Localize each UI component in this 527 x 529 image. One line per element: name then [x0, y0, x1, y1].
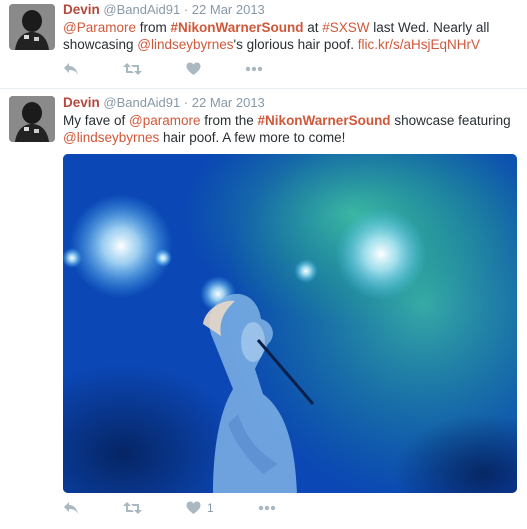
more-button[interactable]	[258, 505, 276, 511]
like-count: 1	[207, 501, 214, 515]
mention-link[interactable]: @Paramore	[63, 20, 136, 35]
avatar-image	[9, 96, 55, 142]
retweet-icon	[123, 63, 142, 75]
hashtag-link[interactable]: #SXSW	[322, 20, 369, 35]
mention-link[interactable]: @paramore	[129, 113, 200, 128]
more-icon	[258, 505, 275, 511]
tweet-actions	[63, 59, 307, 79]
avatar[interactable]	[9, 4, 55, 50]
tweet-text: My fave of @paramore from the #NikonWarn…	[63, 112, 519, 146]
reply-button[interactable]	[63, 62, 79, 76]
retweet-button[interactable]	[123, 501, 142, 515]
more-button[interactable]	[245, 66, 263, 72]
like-button[interactable]	[186, 62, 201, 76]
mention-link[interactable]: @lindseybyrnes	[63, 130, 159, 145]
tweet-header: Devin @BandAid91 · 22 Mar 2013	[63, 95, 519, 111]
tweet-text: @Paramore from #NikonWarnerSound at #SXS…	[63, 19, 519, 53]
more-icon	[245, 66, 263, 72]
text-span: 's glorious hair poof.	[233, 37, 358, 52]
username[interactable]: @BandAid91	[103, 95, 180, 110]
heart-icon	[186, 501, 201, 514]
hashtag-link[interactable]: #NikonWarnerSound	[258, 113, 391, 128]
reply-icon	[64, 502, 78, 514]
username[interactable]: @BandAid91	[103, 2, 180, 17]
text-span: showcase featuring	[390, 113, 511, 128]
reply-icon	[64, 63, 78, 75]
avatar[interactable]	[9, 96, 55, 142]
tweet-content: Devin @BandAid91 · 22 Mar 2013 @Paramore…	[63, 2, 519, 53]
tweet-content: Devin @BandAid91 · 22 Mar 2013 My fave o…	[63, 95, 519, 146]
text-span: at	[303, 20, 323, 35]
hashtag-link[interactable]: #NikonWarnerSound	[171, 20, 304, 35]
timestamp[interactable]: 22 Mar 2013	[192, 2, 265, 17]
text-span: My fave of	[63, 113, 130, 128]
mention-link[interactable]: @lindseybyrnes	[137, 37, 233, 52]
avatar-image	[9, 4, 55, 50]
tweet-header: Devin @BandAid91 · 22 Mar 2013	[63, 2, 519, 18]
fullname[interactable]: Devin	[63, 2, 100, 17]
tweet-2: Devin @BandAid91 · 22 Mar 2013 My fave o…	[0, 88, 527, 529]
heart-icon	[186, 62, 201, 75]
tweet-photo[interactable]	[63, 154, 517, 493]
concert-photo	[63, 154, 517, 493]
text-span: from the	[200, 113, 258, 128]
retweet-icon	[123, 502, 142, 514]
text-span: from	[135, 20, 171, 35]
text-span: hair poof. A few more to come!	[159, 130, 346, 145]
like-button[interactable]: 1	[186, 501, 214, 515]
timestamp[interactable]: 22 Mar 2013	[192, 95, 265, 110]
reply-button[interactable]	[63, 501, 79, 515]
url-link[interactable]: flic.kr/s/aHsjEqNHrV	[358, 37, 480, 52]
retweet-button[interactable]	[123, 62, 142, 76]
tweet-actions: 1	[63, 498, 320, 518]
tweet-1: Devin @BandAid91 · 22 Mar 2013 @Paramore…	[0, 0, 527, 88]
separator: ·	[183, 95, 189, 110]
separator: ·	[183, 2, 189, 17]
fullname[interactable]: Devin	[63, 95, 100, 110]
